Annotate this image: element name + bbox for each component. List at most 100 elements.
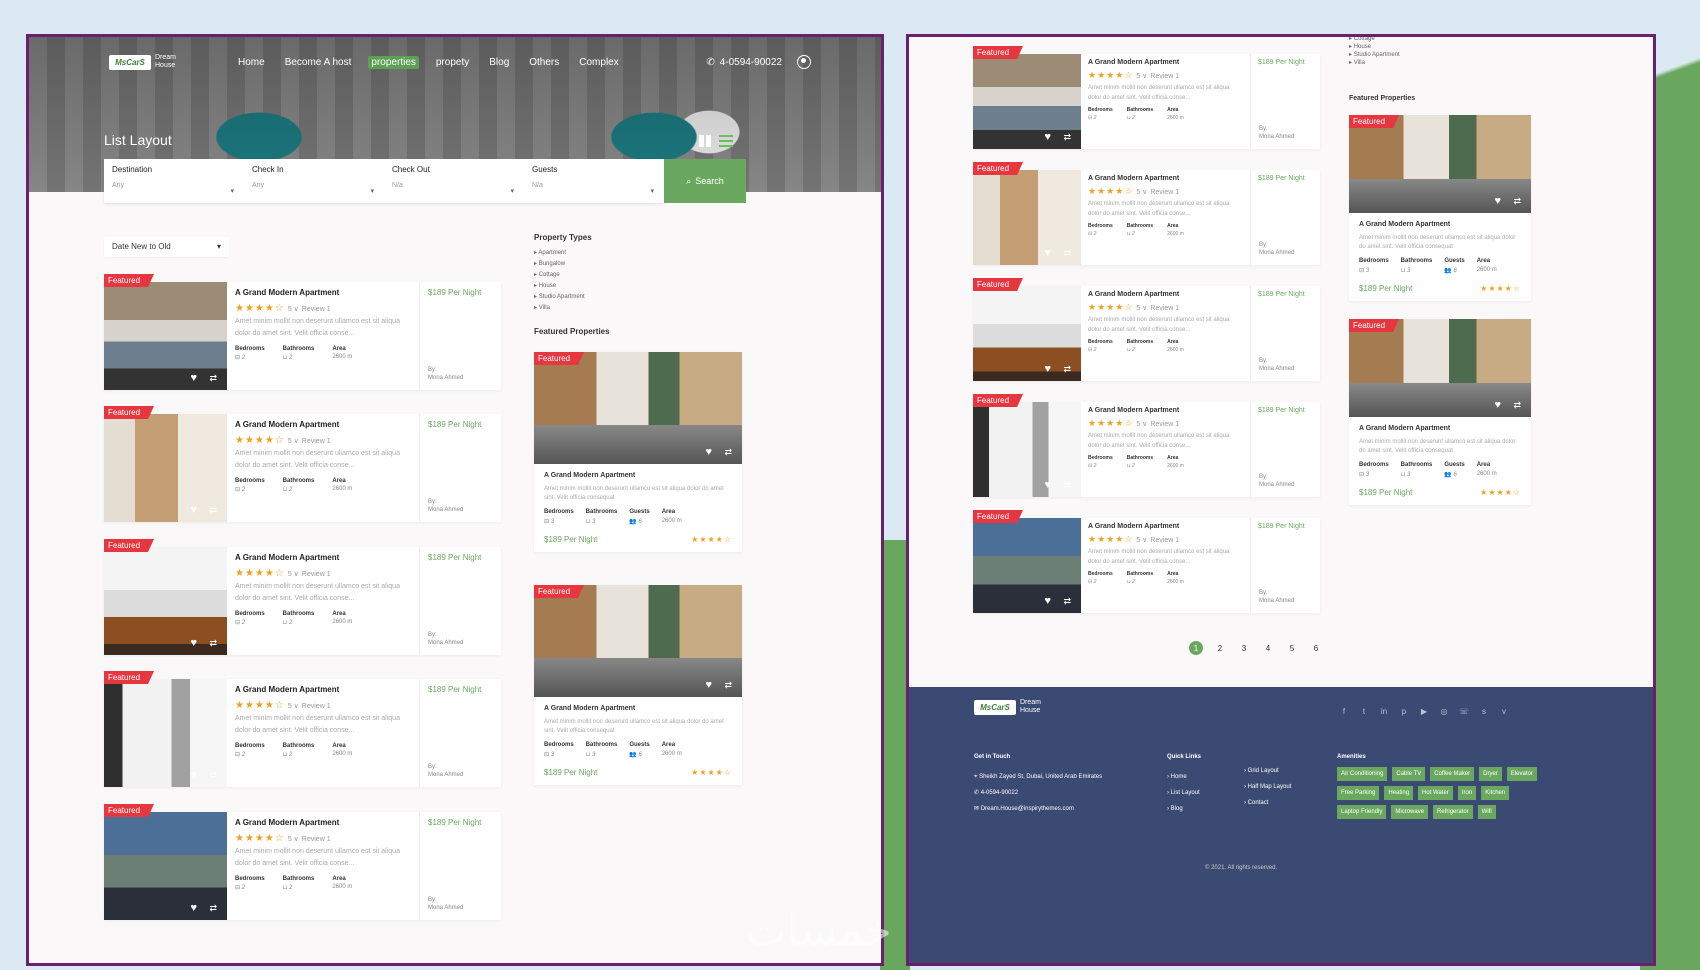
guests-field[interactable]: Guests N/a ▾: [524, 159, 664, 203]
share-icon[interactable]: ⇄: [1513, 196, 1521, 207]
footer-logo[interactable]: MsCarS Dream House: [974, 699, 1052, 715]
share-icon[interactable]: ⇄: [1063, 248, 1071, 259]
heart-icon[interactable]: ♥: [190, 372, 197, 384]
listing-image[interactable]: Featured ♥ ⇄: [104, 671, 227, 787]
heart-icon[interactable]: ♥: [1044, 479, 1051, 491]
link-home[interactable]: › Home: [1167, 769, 1201, 785]
sort-select[interactable]: Date New to Old ▾: [104, 237, 229, 257]
listing-title[interactable]: A Grand Modern Apartment: [235, 685, 411, 694]
share-icon[interactable]: ⇄: [1063, 480, 1071, 491]
brand-logo[interactable]: MsCarS Dream House: [109, 54, 187, 70]
grid-view-icon[interactable]: [699, 135, 711, 147]
listing-image[interactable]: Featured ♥ ⇄: [104, 274, 227, 390]
list-view-icon[interactable]: [719, 135, 733, 147]
footer-phone[interactable]: ✆ 4-0594-90022: [974, 785, 1102, 801]
listing-title[interactable]: A Grand Modern Apartment: [1088, 291, 1243, 298]
listing-title[interactable]: A Grand Modern Apartment: [1088, 59, 1243, 66]
amenity-tag[interactable]: Microwave: [1391, 805, 1429, 819]
share-icon[interactable]: ⇄: [1063, 132, 1071, 143]
nav-propety[interactable]: propety: [433, 56, 472, 69]
type-villa[interactable]: ▸ Villa: [1349, 59, 1400, 67]
heart-icon[interactable]: ♥: [705, 446, 712, 458]
heart-icon[interactable]: ♥: [1044, 247, 1051, 259]
amenity-tag[interactable]: Coffee Maker: [1430, 767, 1475, 781]
vimeo-icon[interactable]: v: [1499, 707, 1509, 717]
youtube-icon[interactable]: ▶: [1419, 707, 1429, 717]
nav-properties[interactable]: properties: [368, 55, 419, 69]
type-cottage[interactable]: ▸ Cottage: [1349, 37, 1400, 43]
type-apartment[interactable]: ▸ Apartment: [534, 248, 592, 259]
type-bungalow[interactable]: ▸ Bungalow: [534, 259, 592, 270]
listing-card[interactable]: Featured ♥ ⇄ A Grand Modern Apartment ★★…: [104, 671, 501, 787]
phone-number[interactable]: ✆ 4-0594-90022: [706, 55, 811, 69]
heart-icon[interactable]: ♥: [1044, 363, 1051, 375]
nav-home[interactable]: Home: [235, 56, 268, 69]
heart-icon[interactable]: ♥: [1044, 131, 1051, 143]
listing-image[interactable]: Featured ♥ ⇄: [104, 539, 227, 655]
page-2[interactable]: 2: [1213, 641, 1227, 655]
type-studio[interactable]: ▸ Studio Apartment: [1349, 51, 1400, 59]
search-button[interactable]: ⌕ Search: [664, 159, 746, 203]
type-villa[interactable]: ▸ Villa: [534, 303, 592, 314]
link-list-layout[interactable]: › List Layout: [1167, 785, 1201, 801]
featured-card[interactable]: Featured ♥ ⇄ A Grand Modern Apartment Am…: [1349, 115, 1531, 301]
amenity-tag[interactable]: Elevator: [1506, 767, 1537, 781]
listing-image[interactable]: Featured ♥ ⇄: [973, 46, 1081, 149]
pinterest-icon[interactable]: p: [1399, 707, 1409, 717]
listing-card[interactable]: Featured ♥ ⇄ A Grand Modern Apartment ★★…: [973, 394, 1320, 497]
listing-title[interactable]: A Grand Modern Apartment: [235, 553, 411, 562]
featured-image[interactable]: Featured ♥ ⇄: [1349, 115, 1531, 213]
listing-card[interactable]: Featured ♥ ⇄ A Grand Modern Apartment ★★…: [104, 406, 501, 522]
page-1[interactable]: 1: [1189, 641, 1203, 655]
featured-title[interactable]: A Grand Modern Apartment: [1359, 425, 1521, 432]
listing-card[interactable]: Featured ♥ ⇄ A Grand Modern Apartment ★★…: [973, 278, 1320, 381]
heart-icon[interactable]: ♥: [705, 679, 712, 691]
listing-card[interactable]: Featured ♥ ⇄ A Grand Modern Apartment ★★…: [973, 510, 1320, 613]
heart-icon[interactable]: ♥: [190, 769, 197, 781]
listing-card[interactable]: Featured ♥ ⇄ A Grand Modern Apartment ★★…: [973, 162, 1320, 265]
listing-image[interactable]: Featured ♥ ⇄: [104, 804, 227, 920]
share-icon[interactable]: ⇄: [209, 903, 217, 914]
whatsapp-icon[interactable]: ☏: [1459, 707, 1469, 717]
amenity-tag[interactable]: Heating: [1384, 786, 1414, 800]
featured-image[interactable]: Featured ♥ ⇄: [534, 585, 742, 697]
featured-title[interactable]: A Grand Modern Apartment: [544, 705, 732, 712]
heart-icon[interactable]: ♥: [190, 902, 197, 914]
page-3[interactable]: 3: [1237, 641, 1251, 655]
nav-become-host[interactable]: Become A host: [282, 56, 355, 69]
type-house[interactable]: ▸ House: [534, 281, 592, 292]
listing-title[interactable]: A Grand Modern Apartment: [235, 288, 411, 297]
amenity-tag[interactable]: Wifi: [1477, 805, 1496, 819]
user-icon[interactable]: [797, 55, 811, 69]
listing-card[interactable]: Featured ♥ ⇄ A Grand Modern Apartment ★★…: [104, 539, 501, 655]
featured-card[interactable]: Featured ♥ ⇄ A Grand Modern Apartment Am…: [534, 585, 742, 785]
dribbble-icon[interactable]: ◎: [1439, 707, 1449, 717]
link-grid-layout[interactable]: › Grid Layout: [1244, 763, 1291, 779]
listing-title[interactable]: A Grand Modern Apartment: [1088, 175, 1243, 182]
share-icon[interactable]: ⇄: [1513, 400, 1521, 411]
twitter-icon[interactable]: t: [1359, 707, 1369, 717]
link-contact[interactable]: › Contact: [1244, 795, 1291, 811]
featured-card[interactable]: Featured ♥ ⇄ A Grand Modern Apartment Am…: [1349, 319, 1531, 505]
facebook-icon[interactable]: f: [1339, 707, 1349, 717]
listing-image[interactable]: Featured ♥ ⇄: [973, 510, 1081, 613]
share-icon[interactable]: ⇄: [209, 373, 217, 384]
amenity-tag[interactable]: Dryer: [1479, 767, 1502, 781]
listing-image[interactable]: Featured ♥ ⇄: [973, 394, 1081, 497]
share-icon[interactable]: ⇄: [724, 680, 732, 691]
amenity-tag[interactable]: Free Parking: [1337, 786, 1380, 800]
listing-title[interactable]: A Grand Modern Apartment: [1088, 523, 1243, 530]
amenity-tag[interactable]: Cable TV: [1392, 767, 1426, 781]
share-icon[interactable]: ⇄: [1063, 596, 1071, 607]
heart-icon[interactable]: ♥: [1494, 195, 1501, 207]
share-icon[interactable]: ⇄: [209, 770, 217, 781]
nav-others[interactable]: Others: [526, 56, 562, 69]
link-blog[interactable]: › Blog: [1167, 801, 1201, 817]
share-icon[interactable]: ⇄: [724, 447, 732, 458]
listing-card[interactable]: Featured ♥ ⇄ A Grand Modern Apartment ★★…: [973, 46, 1320, 149]
listing-title[interactable]: A Grand Modern Apartment: [235, 818, 411, 827]
listing-image[interactable]: Featured ♥ ⇄: [973, 162, 1081, 265]
amenity-tag[interactable]: Laptop Friendly: [1337, 805, 1387, 819]
listing-image[interactable]: Featured ♥ ⇄: [973, 278, 1081, 381]
featured-title[interactable]: A Grand Modern Apartment: [1359, 221, 1521, 228]
